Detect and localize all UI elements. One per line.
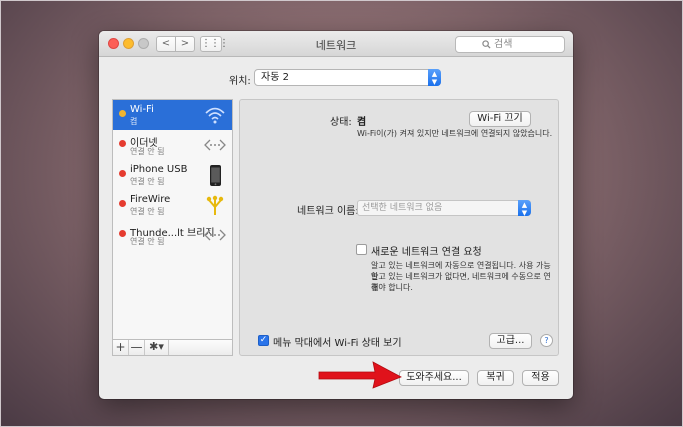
wifi-icon: [204, 105, 226, 125]
status-dot-icon: [119, 110, 126, 117]
thunderbolt-bridge-icon: [204, 225, 226, 245]
location-value: 자동 2: [261, 72, 289, 83]
service-status: 연결 안 됨: [130, 237, 165, 246]
location-select[interactable]: 자동 2 ▲ ▼: [254, 69, 441, 86]
iphone-icon: [204, 165, 226, 186]
service-list: Wi-Fi 켬 이더넷 연결 안 됨 iPhone USB 연결 안 됨 Fir…: [112, 99, 233, 356]
add-service-button[interactable]: +: [113, 340, 129, 355]
service-name: iPhone USB: [130, 164, 188, 175]
network-name-placeholder: 선택한 네트워크 없음: [362, 203, 443, 213]
show-wifi-status-checkbox[interactable]: ✓: [258, 335, 269, 346]
remove-service-button[interactable]: —: [129, 340, 145, 355]
chevron-updown-icon: ▲ ▼: [428, 69, 441, 86]
show-wifi-status-label: 메뉴 막대에서 Wi-Fi 상태 보기: [273, 338, 402, 349]
service-name: Wi-Fi: [130, 104, 154, 115]
search-placeholder: 검색: [494, 39, 513, 50]
status-dot-icon: [119, 140, 126, 147]
status-dot-icon: [119, 170, 126, 177]
sidebar-item-ethernet[interactable]: 이더넷 연결 안 됨: [113, 130, 232, 160]
status-value: 켬: [357, 117, 367, 128]
revert-button[interactable]: 복귀: [477, 370, 514, 386]
assist-me-button[interactable]: 도와주세요...: [399, 370, 469, 386]
wifi-off-button[interactable]: Wi-Fi 끄기: [469, 111, 531, 127]
sidebar-item-thunderbolt-bridge[interactable]: Thunde...lt 브리지 연결 안 됨: [113, 220, 232, 250]
search-input[interactable]: 검색: [455, 36, 565, 53]
status-description: Wi-Fi이(가) 켜져 있지만 네트워크에 연결되지 않았습니다.: [357, 129, 553, 138]
titlebar: < > ⋮⋮⋮ 네트워크 검색: [99, 31, 573, 57]
search-icon: [482, 37, 491, 54]
service-status: 연결 안 됨: [130, 207, 165, 216]
status-dot-icon: [119, 230, 126, 237]
status-dot-icon: [119, 200, 126, 207]
wifi-detail-panel: 상태: 켬 Wi-Fi 끄기 Wi-Fi이(가) 켜져 있지만 네트워크에 연결…: [239, 99, 559, 356]
advanced-button[interactable]: 고급...: [489, 333, 532, 349]
ask-join-description-line-3: 해야 합니다.: [371, 283, 413, 292]
firewire-icon: [204, 195, 226, 215]
service-list-toolbar: + — ✱▾: [112, 339, 233, 356]
service-status: 연결 안 됨: [130, 147, 165, 156]
chevron-updown-icon: ▲ ▼: [518, 200, 531, 217]
sidebar-item-firewire[interactable]: FireWire 연결 안 됨: [113, 190, 232, 220]
network-preferences-window: < > ⋮⋮⋮ 네트워크 검색 위치: 자동 2 ▲ ▼ Wi-Fi 켬 이더넷…: [99, 31, 573, 399]
pointer-arrow-icon: [318, 361, 402, 389]
ethernet-icon: [204, 135, 226, 155]
location-label: 위치:: [229, 76, 251, 87]
sidebar-item-iphone-usb[interactable]: iPhone USB 연결 안 됨: [113, 160, 232, 190]
apply-button[interactable]: 적용: [522, 370, 559, 386]
help-button[interactable]: ?: [540, 334, 553, 347]
service-status: 켬: [130, 117, 138, 126]
sidebar-item-wifi[interactable]: Wi-Fi 켬: [113, 100, 232, 130]
status-label: 상태:: [330, 117, 352, 128]
ask-join-checkbox[interactable]: [356, 244, 367, 255]
ask-join-label: 새로운 네트워크 연결 요청: [371, 247, 482, 258]
service-status: 연결 안 됨: [130, 177, 165, 186]
network-name-select[interactable]: 선택한 네트워크 없음 ▲ ▼: [357, 200, 531, 217]
service-name: FireWire: [130, 194, 171, 205]
gear-icon[interactable]: ✱▾: [145, 340, 169, 355]
network-name-label: 네트워크 이름:: [297, 206, 359, 217]
